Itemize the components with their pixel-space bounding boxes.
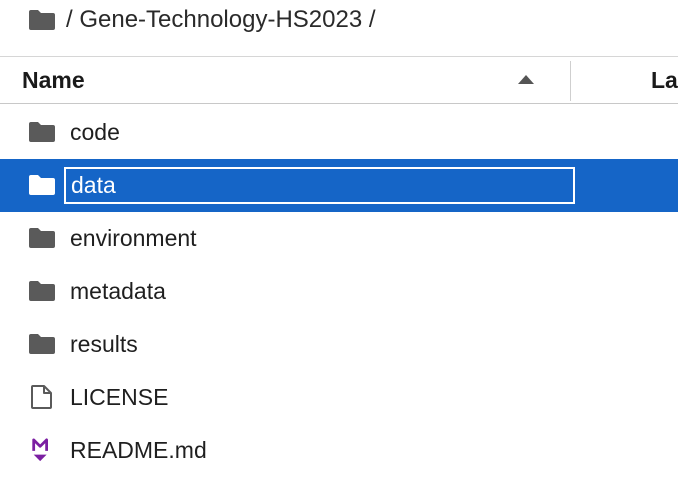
folder-icon bbox=[29, 228, 55, 248]
list-item-label: README.md bbox=[70, 437, 207, 463]
breadcrumb: / Gene-Technology-HS2023 / bbox=[0, 0, 678, 44]
file-list-header: Name Last Modified bbox=[0, 56, 678, 104]
list-item-code[interactable]: code bbox=[0, 106, 678, 159]
sort-ascending-icon bbox=[518, 75, 534, 84]
list-item-label: environment bbox=[70, 225, 197, 251]
list-item-results[interactable]: results bbox=[0, 318, 678, 371]
list-item-label: metadata bbox=[70, 278, 166, 304]
rename-input[interactable] bbox=[64, 167, 575, 204]
list-item-label: LICENSE bbox=[70, 384, 169, 410]
list-item-readme[interactable]: README.md bbox=[0, 424, 678, 477]
list-item-metadata[interactable]: metadata bbox=[0, 265, 678, 318]
folder-icon bbox=[29, 281, 55, 301]
list-item-label: results bbox=[70, 331, 138, 357]
list-item-environment[interactable]: environment bbox=[0, 212, 678, 265]
column-header-last-modified-label: Last Modified bbox=[651, 67, 678, 93]
folder-icon[interactable] bbox=[28, 9, 56, 31]
list-item-label: code bbox=[70, 119, 120, 145]
list-item-license[interactable]: LICENSE bbox=[0, 371, 678, 424]
column-header-name-label: Name bbox=[22, 67, 85, 93]
file-list: code environment metadata results LICENS… bbox=[0, 106, 678, 477]
folder-icon bbox=[29, 334, 55, 354]
column-header-last-modified[interactable]: Last Modified bbox=[571, 57, 678, 103]
breadcrumb-path[interactable]: / Gene-Technology-HS2023 / bbox=[66, 5, 376, 35]
list-item-data[interactable] bbox=[0, 159, 678, 212]
folder-icon bbox=[29, 122, 55, 142]
markdown-icon bbox=[32, 438, 48, 462]
column-header-name[interactable]: Name bbox=[0, 57, 570, 103]
folder-icon bbox=[29, 175, 55, 195]
file-icon bbox=[31, 385, 52, 409]
